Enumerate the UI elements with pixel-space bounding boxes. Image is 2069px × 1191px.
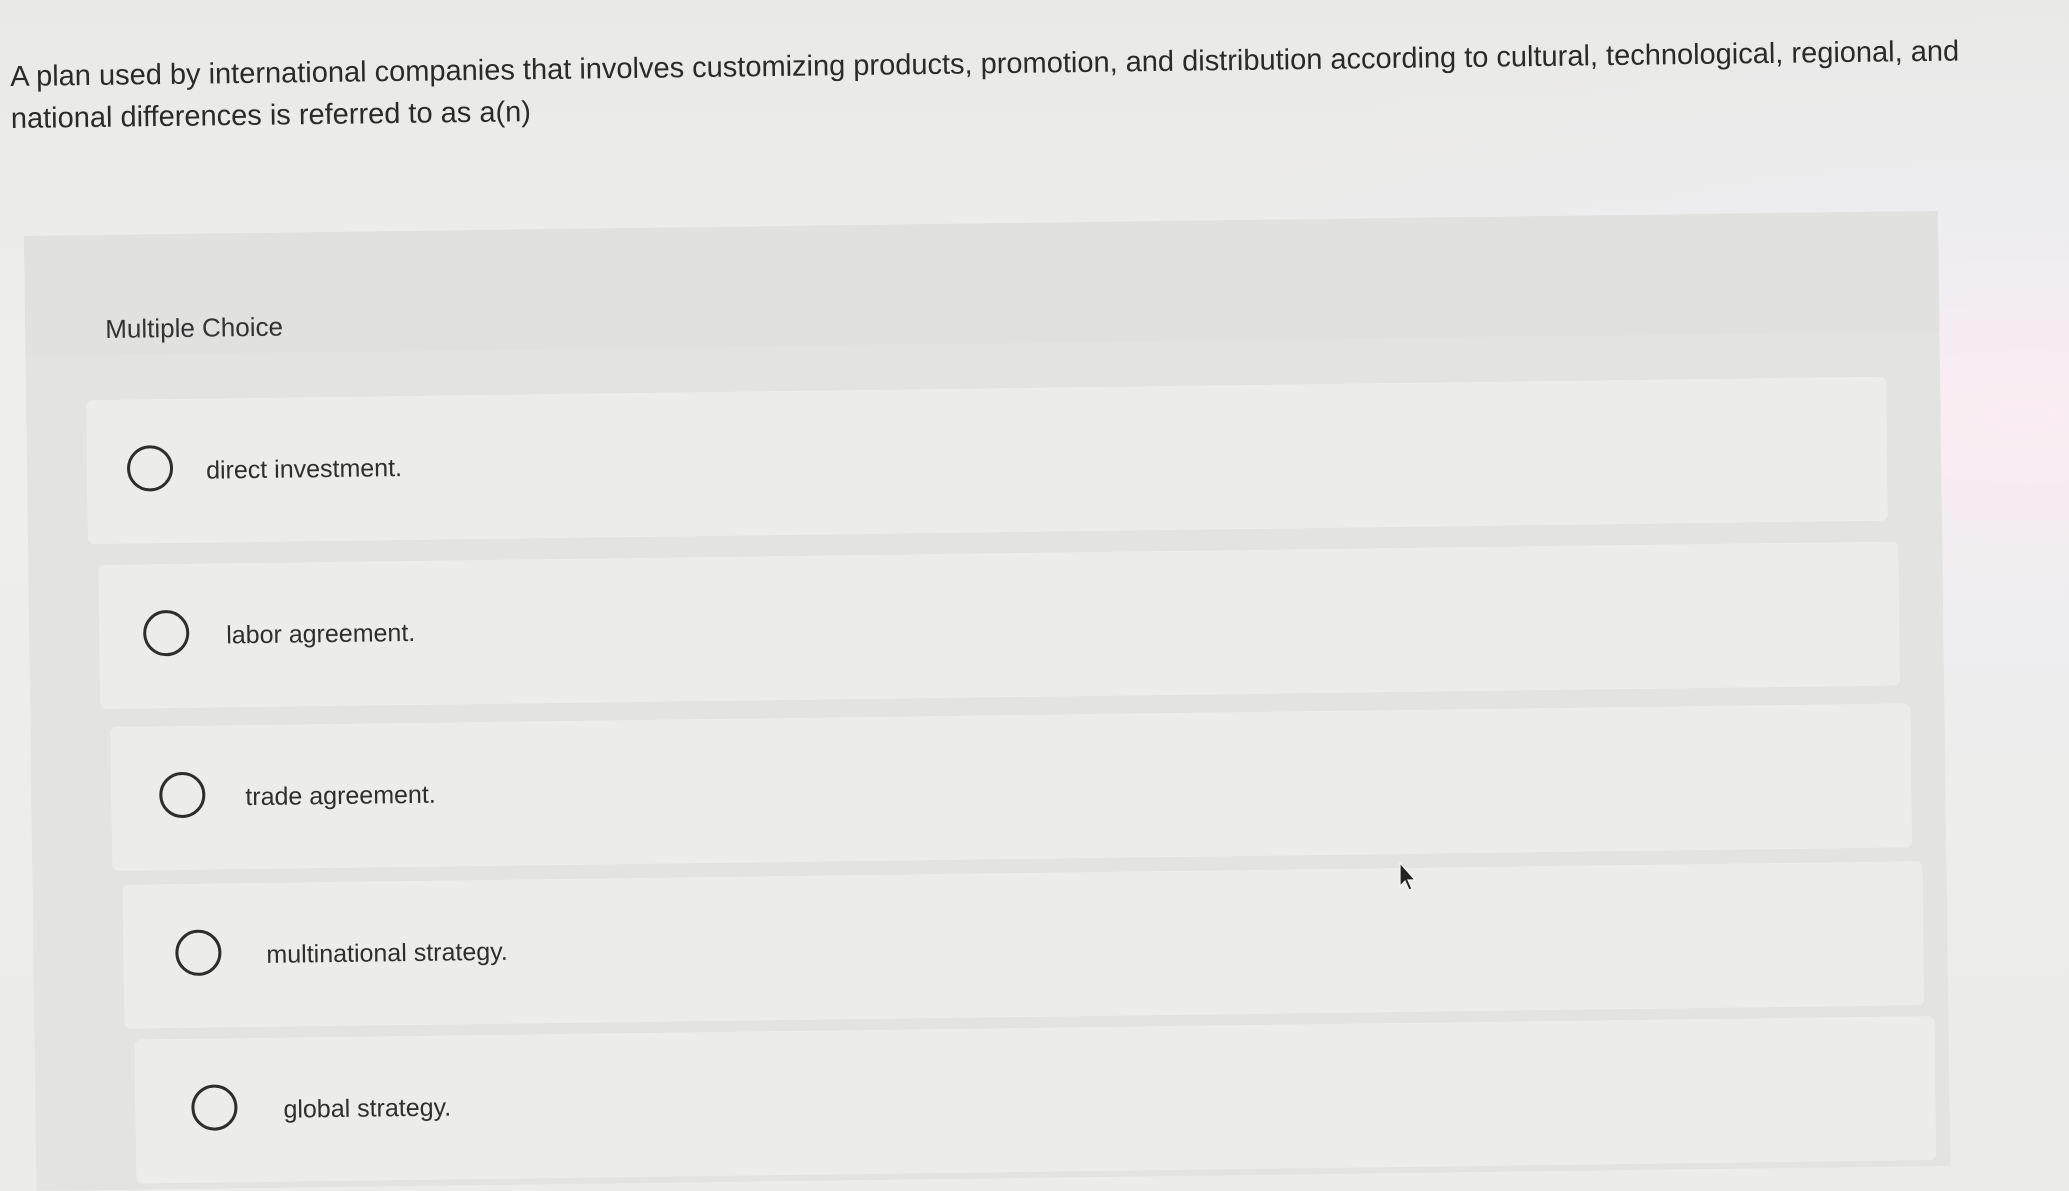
answer-panel-header: Multiple Choice	[24, 210, 1940, 356]
answer-option-label: trade agreement.	[245, 780, 436, 812]
radio-button-icon[interactable]	[191, 1084, 238, 1131]
answer-option-label: multinational strategy.	[266, 937, 508, 969]
arrow-cursor-icon	[1399, 862, 1417, 891]
answer-option-label: direct investment.	[205, 454, 403, 485]
radio-button-icon[interactable]	[142, 609, 190, 657]
answer-option-4[interactable]: multinational strategy.	[122, 861, 1925, 1029]
question-type-label: Multiple Choice	[105, 311, 284, 344]
answer-option-5[interactable]: global strategy.	[134, 1016, 1937, 1184]
answer-panel: Multiple Choice direct investment. labor…	[24, 210, 1951, 1191]
answer-option-3[interactable]: trade agreement.	[110, 703, 1913, 871]
answer-option-label: labor agreement.	[226, 618, 416, 650]
answer-option-2[interactable]: labor agreement.	[98, 541, 1901, 710]
question-text: A plan used by international companies t…	[10, 35, 1960, 135]
radio-button-icon[interactable]	[126, 445, 174, 492]
answer-option-label: global strategy.	[283, 1093, 452, 1124]
radio-button-icon[interactable]	[159, 771, 206, 819]
radio-button-icon[interactable]	[175, 929, 222, 977]
answer-option-1[interactable]: direct investment.	[86, 376, 1888, 545]
